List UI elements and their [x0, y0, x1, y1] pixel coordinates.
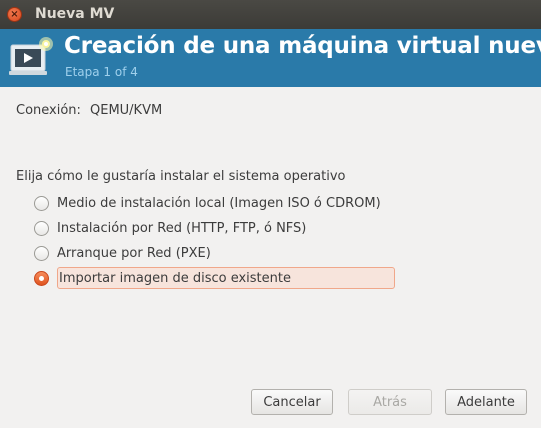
radio-label: Importar imagen de disco existente — [57, 267, 395, 289]
radio-option-import-disk[interactable]: Importar imagen de disco existente — [32, 267, 395, 289]
radio-button-icon[interactable] — [34, 220, 49, 236]
connection-value: QEMU/KVM — [90, 103, 163, 118]
radio-option-network-install[interactable]: Instalación por Red (HTTP, FTP, ó NFS) — [32, 217, 306, 239]
back-button[interactable]: Atrás — [348, 389, 432, 415]
connection-label: Conexión: — [16, 103, 81, 118]
vm-new-icon — [9, 37, 53, 75]
close-icon[interactable]: × — [7, 7, 22, 22]
cancel-button[interactable]: Cancelar — [251, 389, 333, 415]
wizard-title: Creación de una máquina virtual nueva — [64, 33, 541, 59]
wizard-header: Creación de una máquina virtual nueva Et… — [0, 29, 541, 87]
radio-option-pxe-boot[interactable]: Arranque por Red (PXE) — [32, 242, 211, 264]
radio-label: Instalación por Red (HTTP, FTP, ó NFS) — [57, 220, 307, 236]
radio-button-icon[interactable] — [34, 195, 49, 211]
radio-label: Arranque por Red (PXE) — [57, 245, 211, 261]
window-titlebar: × Nueva MV — [0, 0, 541, 29]
radio-button-icon[interactable] — [34, 245, 49, 261]
radio-label: Medio de instalación local (Imagen ISO ó… — [57, 195, 381, 211]
install-prompt: Elija cómo le gustaría instalar el siste… — [16, 169, 346, 184]
radio-button-selected-icon[interactable] — [34, 270, 49, 286]
radio-option-local-media[interactable]: Medio de instalación local (Imagen ISO ó… — [32, 192, 381, 214]
forward-button[interactable]: Adelante — [445, 389, 527, 415]
window-title: Nueva MV — [35, 6, 115, 22]
wizard-step: Etapa 1 of 4 — [65, 65, 138, 79]
